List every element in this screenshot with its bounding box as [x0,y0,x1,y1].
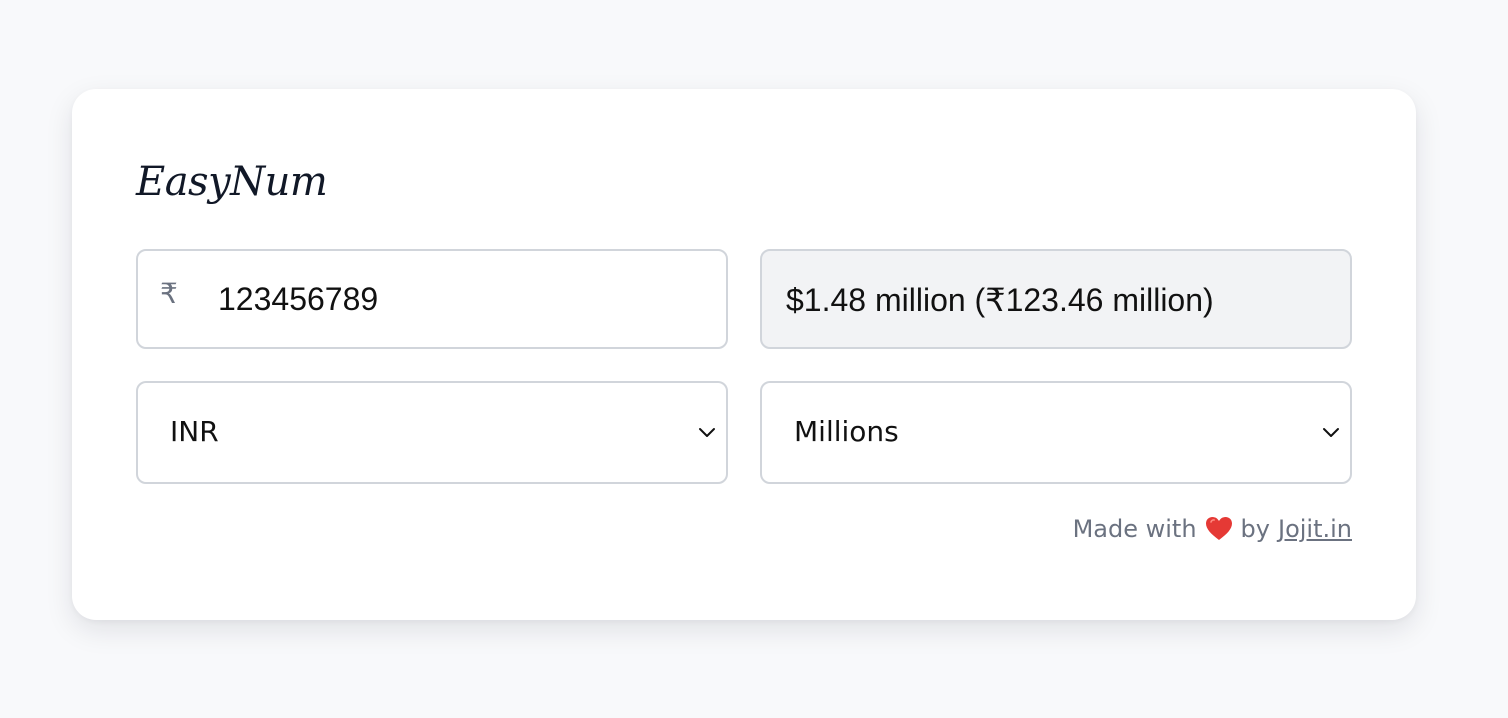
app-title: EasyNum [136,159,328,205]
amount-input[interactable] [218,251,708,347]
heart-icon [1205,517,1232,540]
currency-select[interactable]: INR [136,381,728,484]
result-field: $1.48 million (₹123.46 million) [760,249,1352,349]
footer: Made with by Jojit.in [1073,515,1352,543]
currency-symbol: ₹ [160,278,178,309]
footer-by: by [1240,515,1270,543]
author-link[interactable]: Jojit.in [1278,515,1352,543]
footer-prefix: Made with [1072,515,1197,543]
chevron-down-icon [1323,428,1339,437]
unit-select-value: Millions [794,415,899,448]
result-text: $1.48 million (₹123.46 million) [786,282,1214,318]
amount-field[interactable]: ₹ [136,249,728,349]
chevron-down-icon [699,428,715,437]
converter-card: EasyNum ₹ $1.48 million (₹123.46 million… [72,89,1416,620]
currency-select-value: INR [170,415,219,448]
unit-select[interactable]: Millions [760,381,1352,484]
